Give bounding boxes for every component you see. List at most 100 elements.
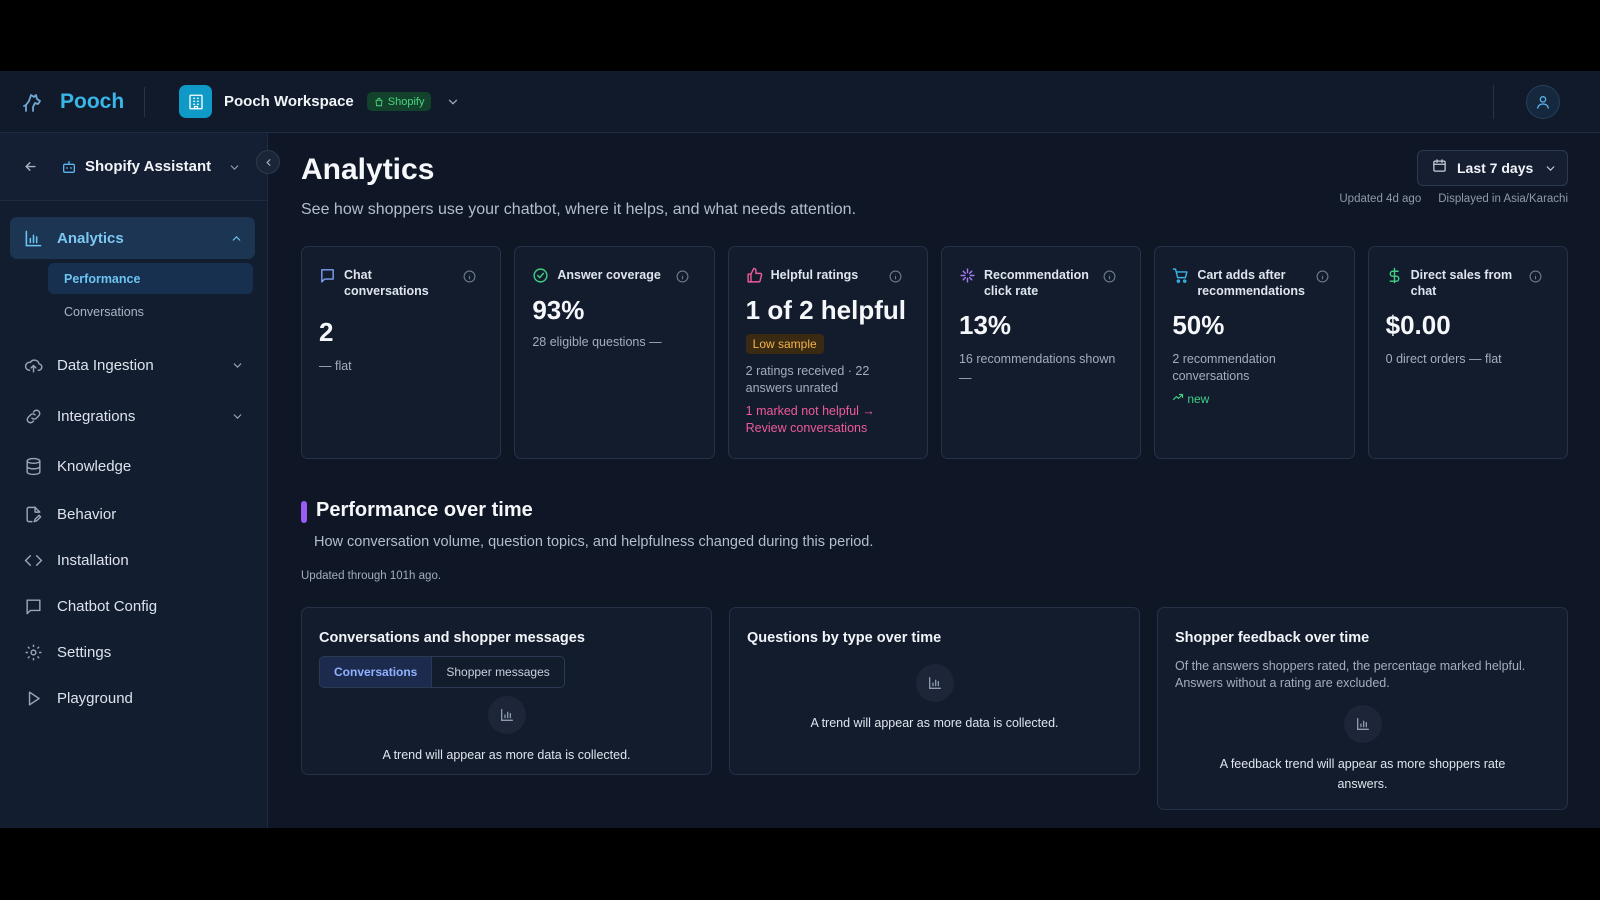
sidebar-item-knowledge[interactable]: Knowledge (0, 441, 267, 491)
info-icon[interactable] (462, 269, 476, 283)
user-avatar[interactable] (1526, 85, 1560, 119)
kpi-card-answer-coverage: Answer coverage 93% 28 eligible question… (514, 246, 715, 459)
workspace-chevron-down-icon[interactable] (445, 94, 461, 110)
back-arrow-icon[interactable] (22, 159, 38, 175)
message-square-icon (23, 596, 43, 616)
bar-chart-icon (915, 664, 954, 702)
sidebar-item-label: Analytics (57, 229, 124, 247)
page-title: Analytics (301, 153, 435, 186)
sidebar-subitem-conversations[interactable]: Conversations (48, 296, 253, 327)
kpi-subtext: 2 recommendation conversations (1172, 352, 1276, 383)
kpi-cards: Chat conversations 2 — flat Answer cover… (301, 246, 1568, 459)
divider (144, 86, 145, 117)
panel-shopper-feedback: Shopper feedback over time Of the answer… (1157, 607, 1568, 810)
timezone-label: Displayed in Asia/Karachi (1438, 193, 1568, 205)
kpi-subtext: 0 direct orders — flat (1385, 352, 1502, 366)
database-icon (23, 456, 43, 476)
analytics-subnav: Performance Conversations (0, 259, 267, 335)
sidebar-item-settings[interactable]: Settings (0, 629, 267, 675)
panel-title: Questions by type over time (747, 630, 942, 646)
low-sample-badge: Low sample (745, 334, 824, 354)
info-icon[interactable] (1529, 269, 1543, 283)
kpi-value: 13% (958, 310, 1012, 340)
chevron-down-icon[interactable] (229, 408, 245, 424)
sidebar-item-playground[interactable]: Playground (0, 675, 267, 721)
series-toggle: Conversations Shopper messages (319, 656, 565, 688)
topbar-right (1493, 71, 1600, 133)
app-window: Pooch Pooch Workspace Shopify Shopify As… (0, 71, 1600, 828)
info-icon[interactable] (676, 269, 690, 283)
empty-state-text: A feedback trend will appear as more sho… (1219, 757, 1506, 791)
updated-label: Updated 4d ago (1339, 193, 1422, 205)
kpi-value: 2 (319, 317, 334, 347)
trend-panels: Conversations and shopper messages Conve… (301, 607, 1568, 810)
sidebar-item-label: Data Ingestion (57, 356, 154, 374)
sidebar-nav: Analytics Performance Conversations Data… (0, 201, 267, 721)
main-content: Analytics See how shoppers use your chat… (269, 133, 1600, 828)
kpi-value: 1 of 2 helpful (745, 295, 906, 325)
kpi-subtext: 2 ratings received · 22 answers unrated (745, 364, 870, 395)
shopify-badge: Shopify (366, 92, 432, 111)
chevron-down-icon[interactable] (229, 357, 245, 373)
workspace-icon[interactable] (179, 85, 212, 118)
sidebar-item-behavior[interactable]: Behavior (0, 491, 267, 537)
dog-logo-icon (20, 89, 46, 115)
kpi-label: Chat conversations (344, 268, 429, 298)
chevron-down-icon[interactable] (226, 159, 242, 175)
kpi-label: Recommendation click rate (983, 268, 1089, 298)
review-conversations-link[interactable]: 1 marked not helpful → Review conversati… (746, 403, 910, 437)
sidebar-item-analytics[interactable]: Analytics (10, 217, 255, 259)
sidebar-item-installation[interactable]: Installation (0, 537, 267, 583)
sidebar-item-label: Playground (57, 689, 133, 707)
sidebar-item-data-ingestion[interactable]: Data Ingestion (0, 339, 267, 391)
workspace-name[interactable]: Pooch Workspace (224, 93, 354, 110)
assistant-selector[interactable]: Shopify Assistant (0, 133, 267, 201)
sidebar-subitem-performance[interactable]: Performance (48, 263, 253, 294)
kpi-trend: new (1172, 391, 1336, 406)
bar-chart-icon (487, 696, 526, 734)
calendar-icon (1432, 158, 1447, 178)
empty-state-text: A trend will appear as more data is coll… (382, 748, 631, 762)
kpi-trend: — (958, 371, 972, 385)
chevron-up-icon[interactable] (228, 230, 244, 246)
section-accent-bar (301, 501, 307, 523)
panel-title: Conversations and shopper messages (319, 630, 585, 646)
kpi-value: $0.00 (1385, 310, 1451, 340)
sidebar-item-integrations[interactable]: Integrations (0, 391, 267, 441)
thumbs-up-icon (746, 267, 763, 284)
chevron-down-icon (1543, 161, 1557, 175)
kpi-label: Answer coverage (557, 268, 661, 282)
cloud-upload-icon (23, 355, 43, 375)
gear-icon (23, 642, 43, 662)
kpi-subtext: 28 eligible questions — (532, 335, 662, 349)
kpi-label: Helpful ratings (770, 268, 859, 282)
kpi-card-helpful-ratings: Helpful ratings 1 of 2 helpful Low sampl… (727, 246, 928, 459)
section-title: Performance over time (316, 499, 533, 521)
kpi-value: 50% (1172, 310, 1225, 340)
info-icon[interactable] (889, 269, 903, 283)
assistant-name: Shopify Assistant (85, 158, 212, 175)
info-icon[interactable] (1102, 269, 1116, 283)
check-circle-icon (532, 267, 549, 284)
kpi-subtext: — flat (319, 359, 352, 373)
brand-name: Pooch (60, 89, 125, 113)
kpi-label: Cart adds after recommendations (1197, 268, 1305, 298)
brand-logo[interactable]: Pooch (20, 89, 144, 115)
bar-chart-icon (23, 228, 43, 248)
collapse-sidebar-button[interactable] (256, 150, 280, 174)
tab-conversations[interactable]: Conversations (320, 657, 433, 687)
page-subtitle: See how shoppers use your chatbot, where… (301, 201, 857, 218)
divider (1493, 85, 1494, 119)
kpi-card-recommendation-click-rate: Recommendation click rate 13% 16 recomme… (940, 246, 1142, 459)
link-icon (23, 406, 43, 426)
sidebar-item-chatbot-config[interactable]: Chatbot Config (0, 583, 267, 629)
sidebar-item-label: Integrations (57, 407, 136, 425)
tab-shopper-messages[interactable]: Shopper messages (432, 657, 563, 687)
bot-icon (60, 158, 77, 175)
top-bar: Pooch Pooch Workspace Shopify (0, 71, 1600, 133)
play-icon (23, 688, 43, 708)
date-range-button[interactable]: Last 7 days (1417, 150, 1568, 186)
info-icon[interactable] (1316, 269, 1330, 283)
dollar-icon (1386, 267, 1403, 284)
kpi-label: Direct sales from chat (1410, 268, 1513, 298)
